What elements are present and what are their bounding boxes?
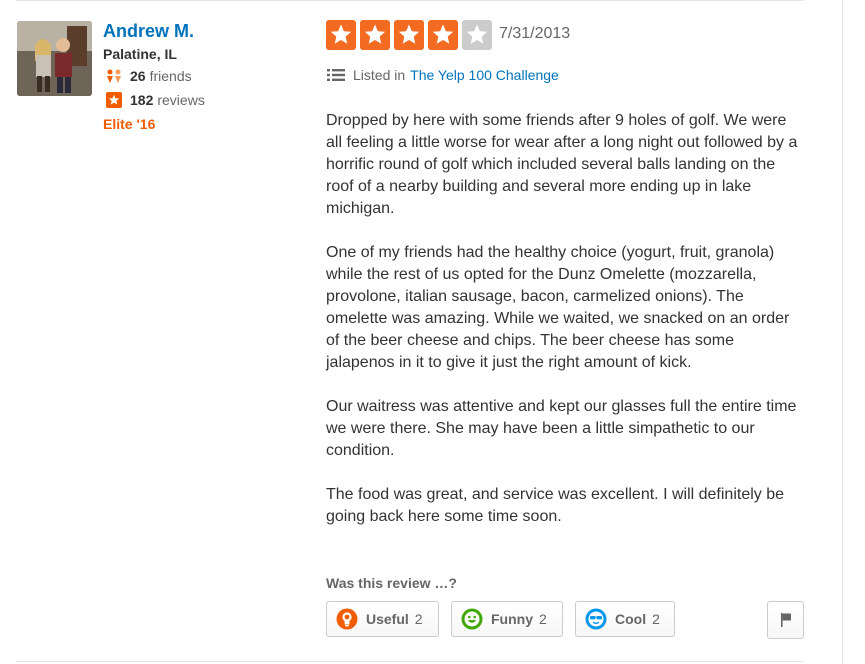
review-star-icon (105, 92, 123, 108)
reviews-label: reviews (157, 92, 205, 108)
star-rating (326, 20, 496, 50)
star-empty-icon (462, 20, 492, 50)
review-text: Dropped by here with some friends after … (326, 110, 804, 550)
funny-label: Funny (491, 611, 533, 627)
user-photo (17, 21, 92, 96)
listed-in: Listed in The Yelp 100 Challenge (327, 67, 559, 83)
star-filled-icon (360, 20, 390, 50)
useful-label: Useful (366, 611, 409, 627)
friends-label: friends (149, 68, 192, 84)
smiley-icon (461, 608, 483, 630)
vote-prompt: Was this review …? (326, 575, 457, 591)
star-filled-icon (428, 20, 458, 50)
cool-button[interactable]: Cool 2 (575, 601, 675, 637)
page-edge (842, 0, 843, 664)
friends-number: 26 (130, 68, 146, 84)
list-icon (327, 69, 345, 81)
reviews-number: 182 (130, 92, 154, 108)
listed-prefix: Listed in (353, 67, 406, 83)
star-filled-icon (326, 20, 356, 50)
review-paragraph: One of my friends had the healthy choice… (326, 244, 790, 371)
sunglasses-icon (585, 608, 607, 630)
useful-button[interactable]: Useful 2 (326, 601, 439, 637)
user-location: Palatine, IL (103, 46, 177, 62)
yelp-list-link[interactable]: The Yelp 100 Challenge (410, 67, 559, 83)
top-divider (16, 0, 804, 1)
review-paragraph: Our waitress was attentive and kept our … (326, 398, 797, 459)
friends-icon (105, 68, 123, 84)
user-name-link[interactable]: Andrew M. (103, 21, 194, 42)
star-filled-icon (394, 20, 424, 50)
funny-button[interactable]: Funny 2 (451, 601, 563, 637)
reviews-count: 182 reviews (105, 92, 205, 108)
bottom-divider (16, 661, 804, 662)
cool-count: 2 (652, 611, 660, 627)
review-paragraph: Dropped by here with some friends after … (326, 112, 798, 217)
user-avatar[interactable] (17, 21, 92, 96)
funny-count: 2 (539, 611, 547, 627)
useful-count: 2 (414, 611, 423, 627)
cool-label: Cool (615, 611, 647, 627)
review-date: 7/31/2013 (499, 25, 571, 42)
friends-count: 26 friends (105, 68, 192, 84)
elite-badge[interactable]: Elite '16 (103, 116, 155, 132)
review-paragraph: The food was great, and service was exce… (326, 486, 785, 525)
lightbulb-icon (336, 608, 358, 630)
flag-icon (780, 613, 791, 627)
flag-review-button[interactable] (767, 601, 804, 639)
